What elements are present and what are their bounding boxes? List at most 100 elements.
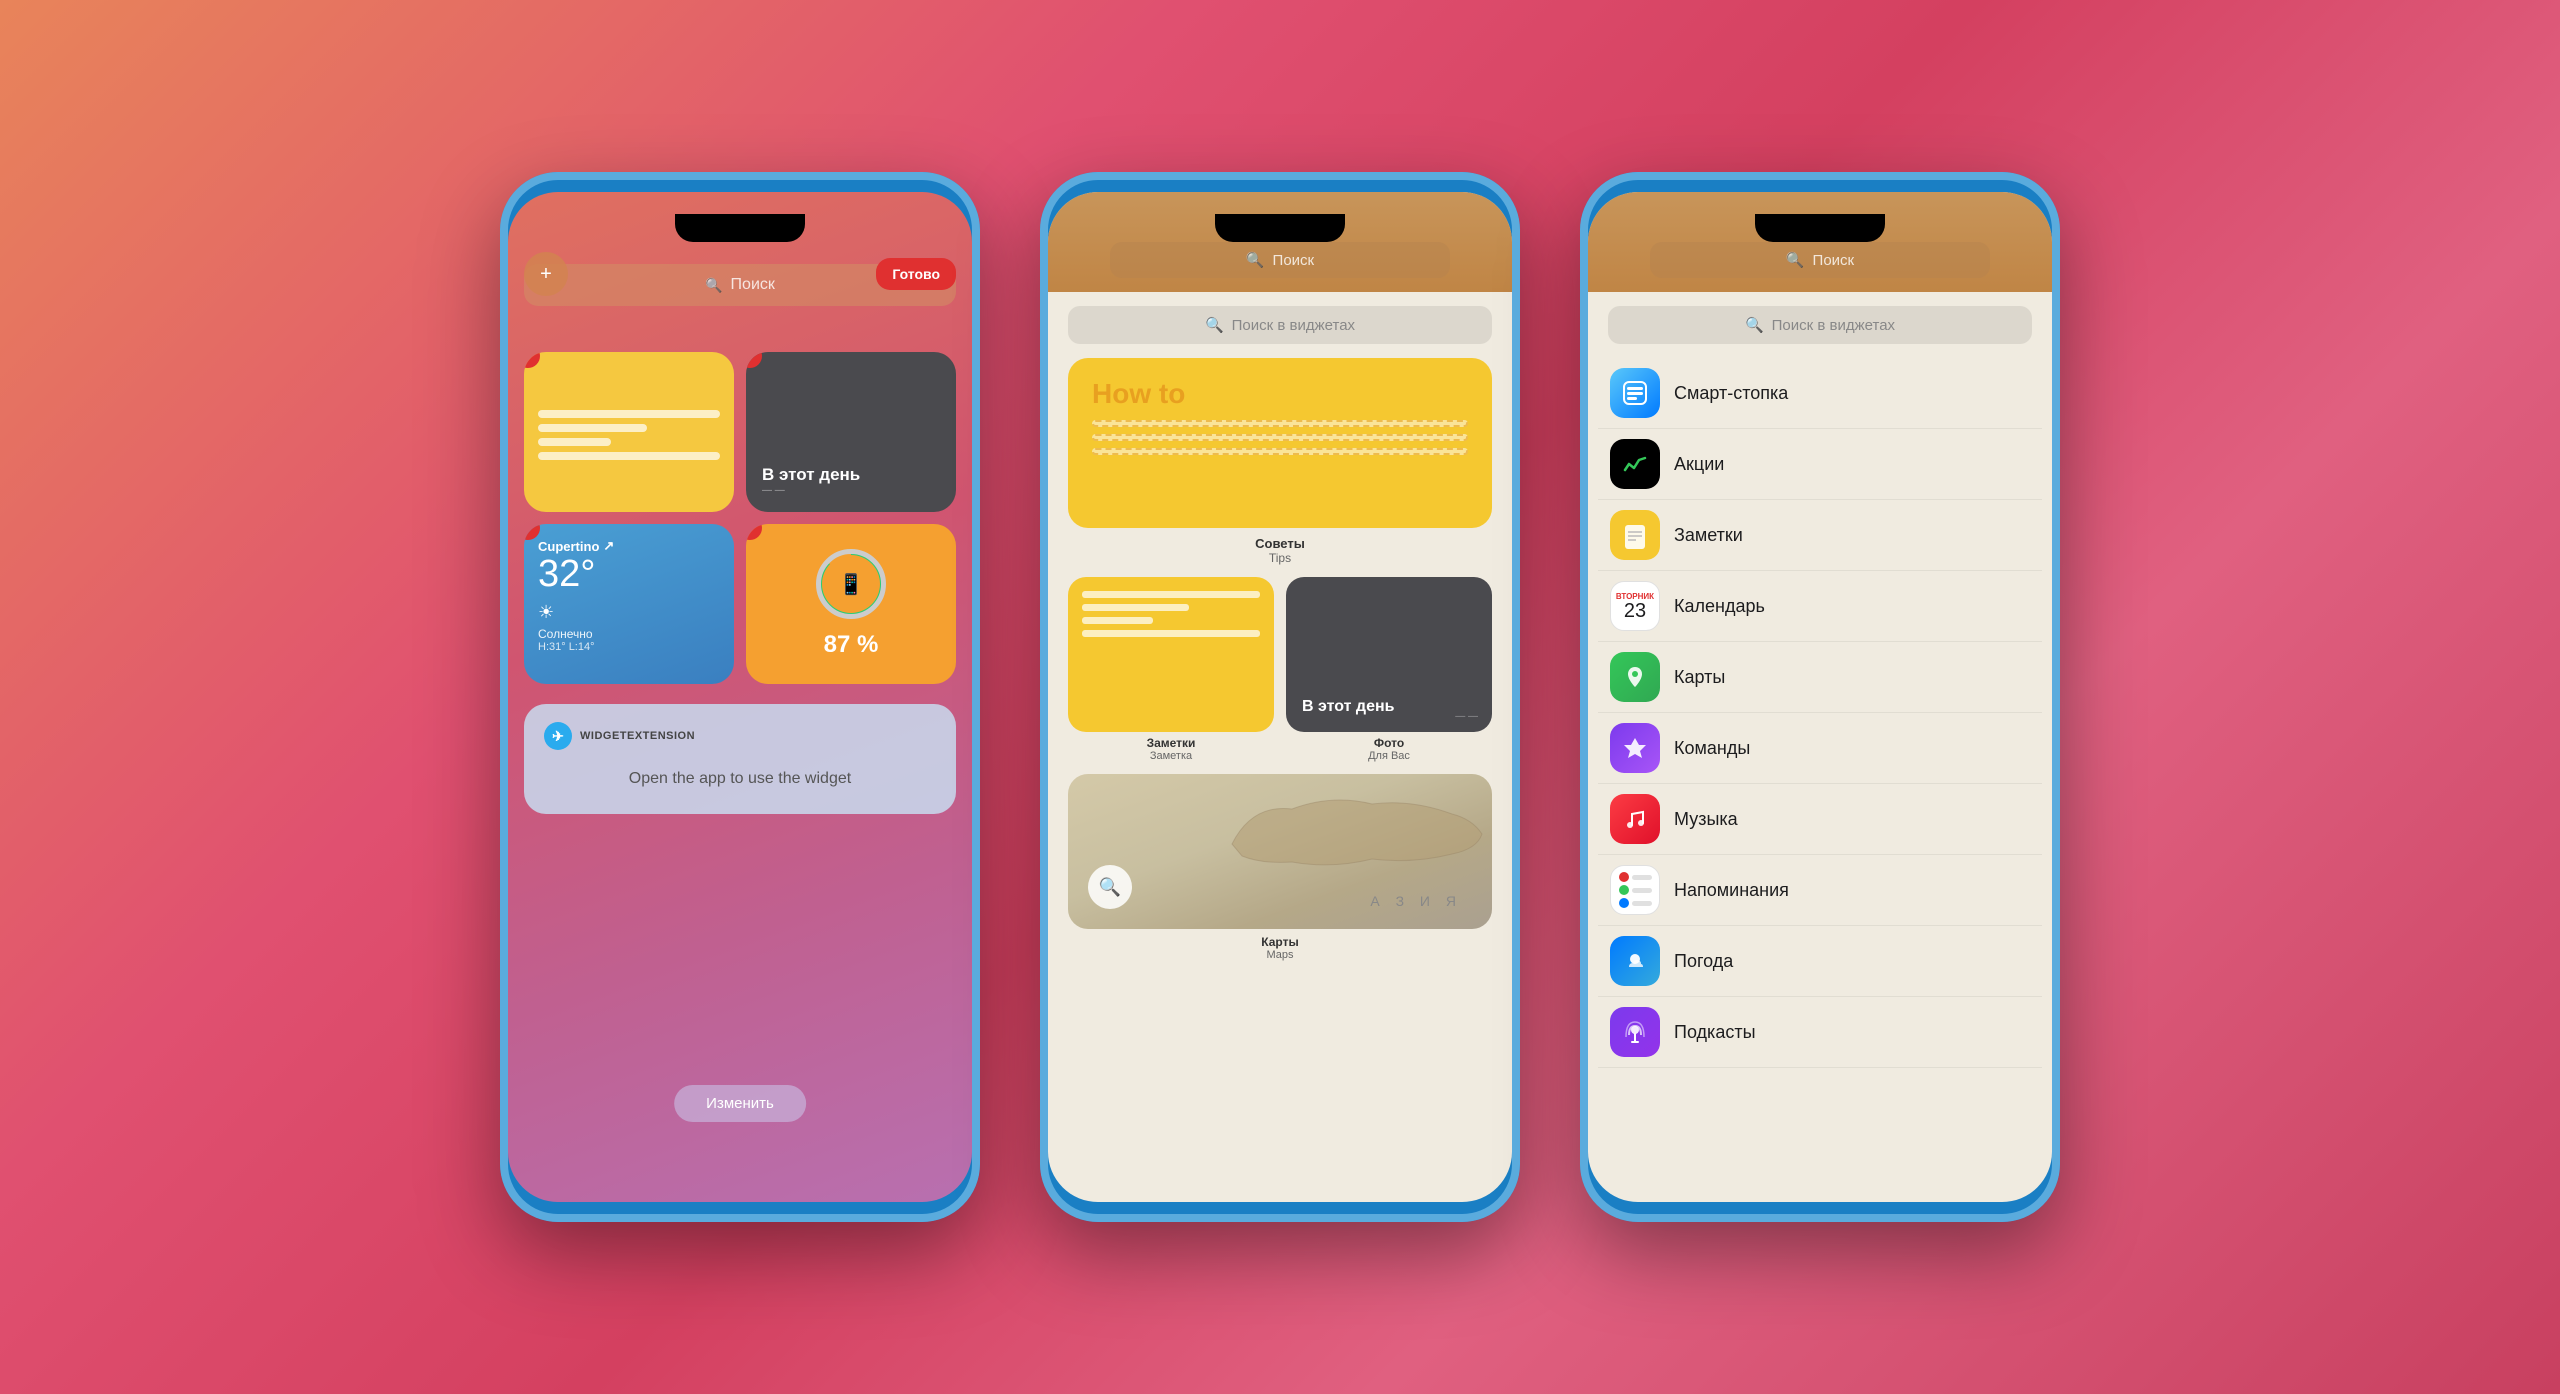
app-name-podcasts: Подкасты <box>1674 1022 1756 1043</box>
notes-line-3 <box>538 438 611 446</box>
n2-line4 <box>1082 630 1260 637</box>
maps-icon <box>1610 652 1660 702</box>
photos-small-sublabel: Для Вас <box>1286 750 1492 762</box>
list-item[interactable]: Смарт-стопка <box>1598 358 2042 429</box>
notes-small-sublabel: Заметка <box>1068 750 1274 762</box>
rem-line-1 <box>1632 875 1652 880</box>
rem-row-3 <box>1619 898 1652 908</box>
app-name-shortcuts: Команды <box>1674 738 1750 759</box>
edit-button[interactable]: Изменить <box>674 1085 806 1122</box>
list-item[interactable]: Подкасты <box>1598 997 2042 1068</box>
today-widget[interactable]: − В этот день — — <box>746 352 956 512</box>
photos-small-widget[interactable]: В этот день — — <box>1286 577 1492 732</box>
tips-widget[interactable]: How to <box>1068 358 1492 528</box>
notes-small-container: Заметки Заметка <box>1068 577 1274 762</box>
weather-location: Cupertino ↗ <box>538 538 720 554</box>
notes-icon <box>538 366 574 402</box>
today-text: В этот день <box>762 465 860 485</box>
weather-condition: Солнечно <box>538 627 720 641</box>
photos-small-container: В этот день — — Фото Для Вас <box>1286 577 1492 762</box>
search-icon-2: 🔍 <box>1246 251 1265 269</box>
rem-row-1 <box>1619 872 1652 882</box>
n2-line1 <box>1082 591 1260 598</box>
photos-text: В этот день <box>1302 698 1394 716</box>
app-name-smartstack: Смарт-стопка <box>1674 383 1788 404</box>
notes-small-widget[interactable] <box>1068 577 1274 732</box>
notes-line-1 <box>538 410 720 418</box>
phone-1-screen: + Готово 🔍 Поиск − <box>508 192 972 1202</box>
map-search-button[interactable]: 🔍 <box>1088 865 1132 909</box>
telegram-content: Open the app to use the widget <box>544 762 936 796</box>
map-background: А З И Я 🔍 <box>1068 774 1492 929</box>
app-name-calendar: Календарь <box>1674 596 1765 617</box>
phone3-search[interactable]: 🔍 Поиск <box>1650 242 1990 278</box>
calendar-date-num: 23 <box>1616 601 1654 621</box>
reminders-icon <box>1610 865 1660 915</box>
widget-search-bar-3[interactable]: 🔍 Поиск в виджетах <box>1608 306 2032 344</box>
widget-search-icon: 🔍 <box>1205 316 1224 334</box>
telegram-header: ✈ WIDGETEXTENSION <box>544 722 936 750</box>
phone-2: 🔍 Поиск 🔍 Поиск в виджетах How to Советы <box>1040 172 1520 1222</box>
app-name-music: Музыка <box>1674 809 1738 830</box>
phone3-topbar: 🔍 Поиск <box>1588 192 2052 292</box>
phone2-topbar: 🔍 Поиск <box>1048 192 1512 292</box>
list-item[interactable]: ВТОРНИК 23 Календарь <box>1598 571 2042 642</box>
battery-widget[interactable]: − 📱 87 % <box>746 524 956 684</box>
weather-sun-icon: ☀ <box>538 602 720 623</box>
notes-app-icon-svg <box>1621 521 1649 549</box>
tips-sublabel: Tips <box>1048 551 1512 565</box>
rem-circle-1 <box>1619 872 1629 882</box>
maps-sublabel: Maps <box>1048 949 1512 961</box>
map-widget[interactable]: А З И Я 🔍 <box>1068 774 1492 929</box>
rem-line-3 <box>1632 901 1652 906</box>
list-item[interactable]: Команды <box>1598 713 2042 784</box>
notes-line-2 <box>538 424 647 432</box>
notes-widget[interactable]: − <box>524 352 734 512</box>
app-name-reminders: Напоминания <box>1674 880 1789 901</box>
app-name-notes: Заметки <box>1674 525 1743 546</box>
notes-small-label: Заметки <box>1068 736 1274 750</box>
n2-line2 <box>1082 604 1189 611</box>
battery-circle: 📱 <box>816 549 886 619</box>
phone-2-content: 🔍 Поиск 🔍 Поиск в виджетах How to Советы <box>1048 192 1512 1202</box>
weather-temp: 32° <box>538 554 720 596</box>
notes-line-4 <box>538 452 720 460</box>
tips-label: Советы <box>1048 536 1512 551</box>
maps-label: Карты <box>1048 935 1512 949</box>
notch-3 <box>1755 214 1885 242</box>
notch-2 <box>1215 214 1345 242</box>
phone-2-screen: 🔍 Поиск 🔍 Поиск в виджетах How to Советы <box>1048 192 1512 1202</box>
list-item[interactable]: Погода <box>1598 926 2042 997</box>
widget-search-label-3: Поиск в виджетах <box>1772 317 1895 334</box>
telegram-label: WIDGETEXTENSION <box>580 730 695 742</box>
phone2-search[interactable]: 🔍 Поиск <box>1110 242 1450 278</box>
small-widget-row: Заметки Заметка В этот день — — Фото Для… <box>1068 577 1492 762</box>
widget-search-bar[interactable]: 🔍 Поиск в виджетах <box>1068 306 1492 344</box>
list-item[interactable]: Карты <box>1598 642 2042 713</box>
photos-dots: — — <box>1455 711 1478 722</box>
shortcuts-icon-svg <box>1621 734 1649 762</box>
remove-battery-button[interactable]: − <box>746 524 762 540</box>
done-button[interactable]: Готово <box>876 258 956 290</box>
battery-icon: 📱 <box>839 572 864 597</box>
phone-3-content: 🔍 Поиск 🔍 Поиск в виджетах <box>1588 192 2052 1202</box>
list-item[interactable]: Музыка <box>1598 784 2042 855</box>
rem-row-2 <box>1619 885 1652 895</box>
map-asia-label: А З И Я <box>1370 893 1462 909</box>
weather-widget[interactable]: − Cupertino ↗ 32° ☀ Солнечно H:31° L:14° <box>524 524 734 684</box>
list-item[interactable]: Акции <box>1598 429 2042 500</box>
telegram-widget[interactable]: ✈ WIDGETEXTENSION Open the app to use th… <box>524 704 956 814</box>
tips-howto-text: How to <box>1092 378 1468 410</box>
list-item[interactable]: Напоминания <box>1598 855 2042 926</box>
music-icon-svg <box>1621 805 1649 833</box>
search-label: Поиск <box>731 276 775 294</box>
smartstack-icon <box>1610 368 1660 418</box>
search-label-2: Поиск <box>1273 252 1315 269</box>
add-widget-button[interactable]: + <box>524 252 568 296</box>
telegram-logo: ✈ <box>544 722 572 750</box>
tips-line-3 <box>1092 448 1468 455</box>
search-label-3: Поиск <box>1813 252 1855 269</box>
remove-today-button[interactable]: − <box>746 352 762 368</box>
podcasts-icon-svg <box>1621 1018 1649 1046</box>
list-item[interactable]: Заметки <box>1598 500 2042 571</box>
